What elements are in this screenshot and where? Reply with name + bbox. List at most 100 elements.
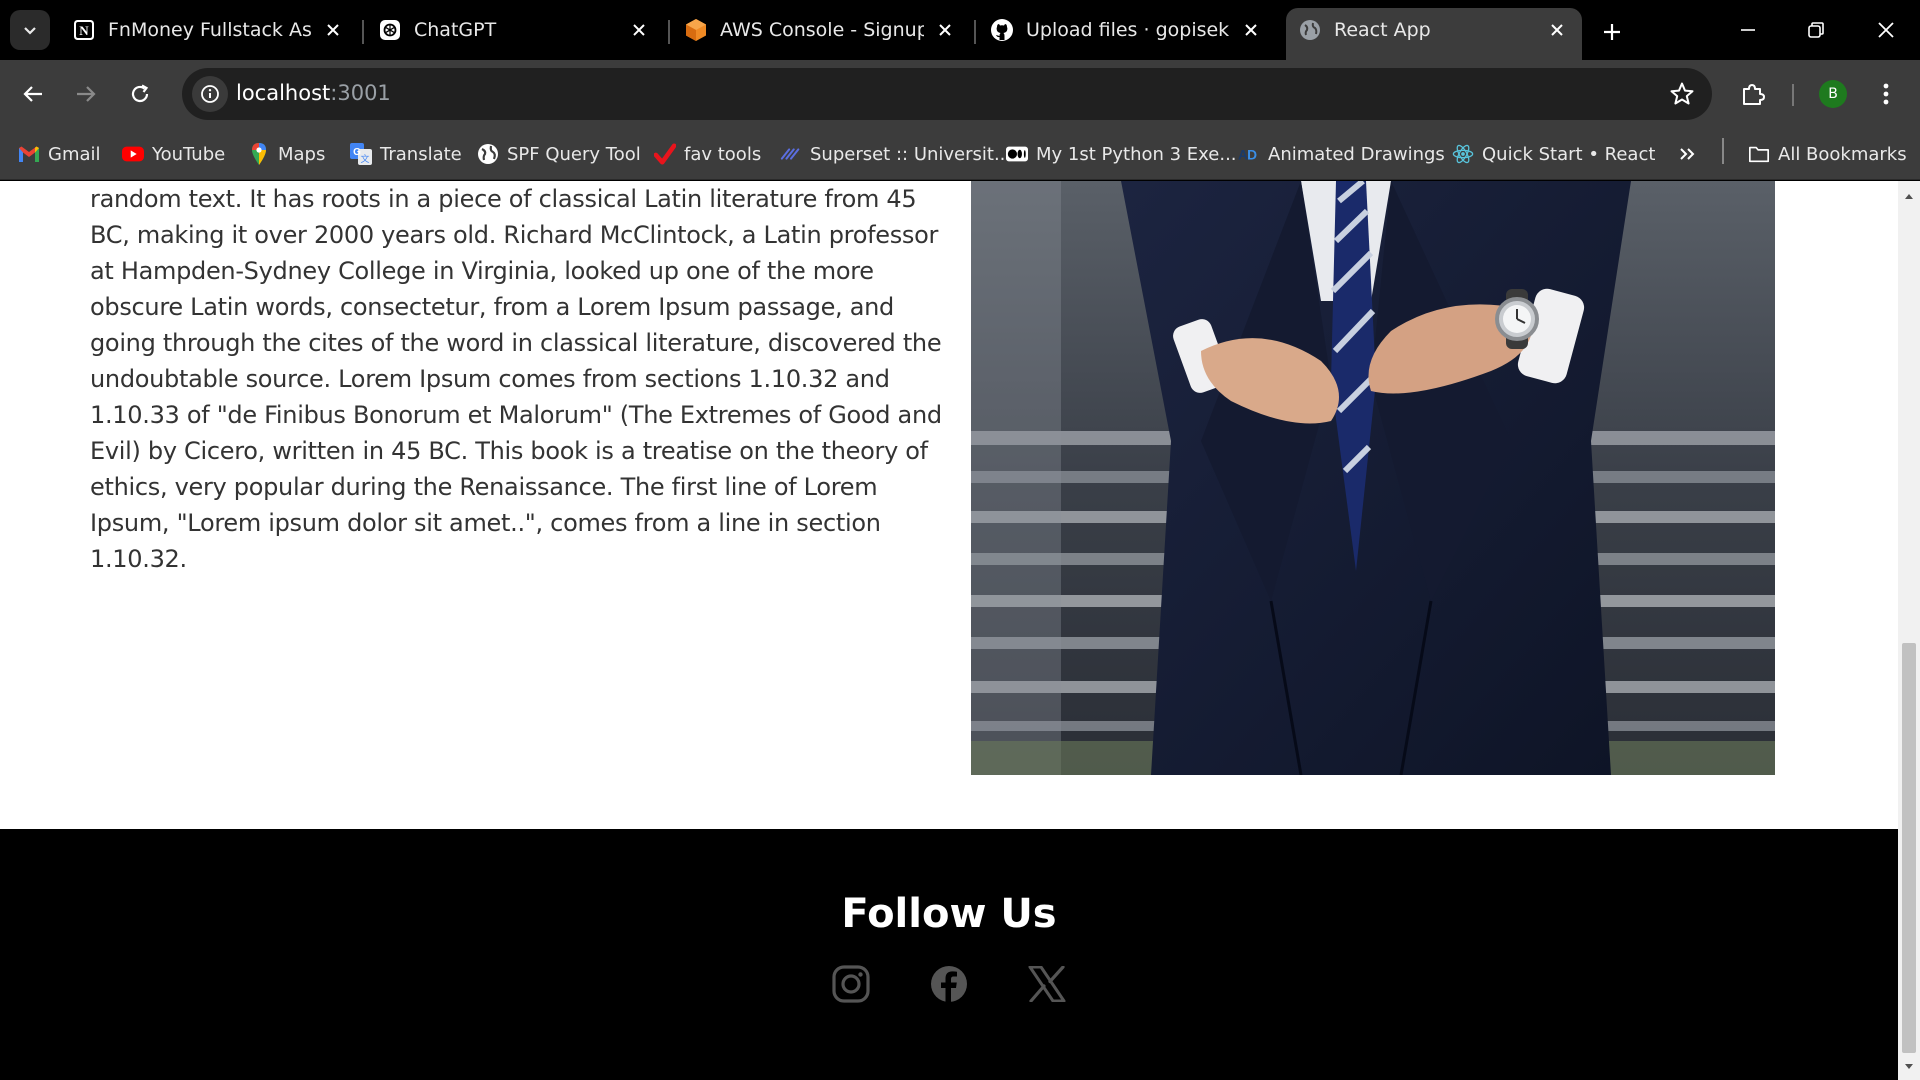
new-tab-button[interactable]: [1592, 12, 1632, 52]
bookmark-gmail[interactable]: Gmail: [18, 138, 101, 170]
bookmark-label: My 1st Python 3 Exe...: [1036, 143, 1237, 165]
tab-react-app[interactable]: React App: [1286, 8, 1582, 60]
translate-icon: G文: [350, 143, 372, 165]
bookmark-label: Translate: [380, 143, 462, 165]
tab-fnmoney[interactable]: N FnMoney Fullstack Assignment: [60, 8, 358, 52]
svg-text:文: 文: [360, 153, 369, 164]
tab-title: ChatGPT: [414, 19, 497, 41]
address-bar[interactable]: localhost:3001: [182, 68, 1712, 120]
ad-icon: AD: [1238, 143, 1260, 165]
reload-icon: [131, 84, 149, 103]
site-info-icon[interactable]: [192, 76, 228, 112]
arrow-right-icon: [77, 86, 96, 102]
close-icon[interactable]: [626, 17, 652, 43]
bookmark-label: Superset :: Universit...: [810, 143, 1012, 165]
aws-icon: [684, 18, 708, 42]
svg-text:D: D: [1247, 148, 1257, 163]
maps-icon: [248, 143, 270, 165]
close-icon[interactable]: [1238, 17, 1264, 43]
all-bookmarks-button[interactable]: All Bookmarks: [1748, 138, 1907, 170]
bookmark-react-quick-start[interactable]: Quick Start • React: [1452, 138, 1655, 170]
bookmark-label: Maps: [278, 143, 326, 165]
bookmark-fav-tools[interactable]: fav tools: [654, 138, 761, 170]
chevron-down-icon: [24, 27, 36, 35]
x-icon[interactable]: [1026, 963, 1068, 1005]
bookmark-label: YouTube: [152, 143, 226, 165]
tab-title: React App: [1334, 19, 1431, 41]
tab-search-button[interactable]: [10, 10, 50, 50]
avatar: B: [1819, 80, 1847, 108]
toolbar-divider: [1792, 84, 1794, 106]
globe-icon: [1298, 18, 1322, 42]
bookmark-label: All Bookmarks: [1778, 143, 1907, 165]
businessman-suit-photo: [971, 181, 1775, 775]
bookmark-spf-query-tool[interactable]: SPF Query Tool: [477, 138, 641, 170]
bookmark-python-exercise[interactable]: My 1st Python 3 Exe...: [1006, 138, 1237, 170]
bookmark-label: Quick Start • React: [1482, 143, 1656, 165]
close-icon[interactable]: [932, 17, 958, 43]
bookmarks-divider: [1722, 138, 1724, 164]
medium-icon: [1006, 143, 1028, 165]
svg-text:N: N: [79, 23, 89, 38]
superset-icon: [780, 143, 802, 165]
tab-title: Upload files · gopisekar0: [1026, 19, 1230, 41]
follow-us-heading: Follow Us: [841, 891, 1057, 937]
url-text[interactable]: localhost:3001: [236, 81, 391, 105]
back-button[interactable]: [13, 74, 53, 114]
bookmarks-bar: Gmail YouTube Maps G文 Translate SPF Quer…: [0, 128, 1920, 180]
bookmark-label: Animated Drawings: [1268, 143, 1445, 165]
chatgpt-icon: [378, 18, 402, 42]
checkmark-icon: [654, 143, 676, 165]
restore-button[interactable]: [1788, 8, 1844, 52]
plus-icon: [1604, 24, 1620, 40]
bookmark-youtube[interactable]: YouTube: [122, 138, 225, 170]
gmail-icon: [18, 143, 40, 165]
close-icon[interactable]: [1544, 17, 1570, 43]
tab-divider: [362, 20, 364, 44]
close-window-button[interactable]: [1858, 8, 1914, 52]
bookmarks-overflow-button[interactable]: [1676, 138, 1706, 170]
tab-title: FnMoney Fullstack Assignment: [108, 19, 312, 41]
bookmark-label: Gmail: [48, 143, 101, 165]
tab-title: AWS Console - Signup: [720, 19, 924, 41]
close-icon[interactable]: [320, 17, 346, 43]
folder-icon: [1748, 143, 1770, 165]
url-host: localhost: [236, 81, 331, 105]
youtube-icon: [122, 143, 144, 165]
footer: Follow Us: [0, 829, 1898, 1080]
scroll-thumb[interactable]: [1902, 643, 1916, 1053]
notion-icon: N: [72, 18, 96, 42]
profile-button[interactable]: B: [1813, 74, 1853, 114]
vertical-scrollbar[interactable]: [1898, 181, 1920, 1080]
instagram-icon[interactable]: [830, 963, 872, 1005]
social-links: [0, 963, 1898, 1005]
scroll-down-arrow-icon[interactable]: [1898, 1058, 1920, 1076]
forward-button[interactable]: [66, 74, 106, 114]
url-port: :3001: [330, 81, 391, 105]
bookmark-translate[interactable]: G文 Translate: [350, 138, 462, 170]
minimize-icon: [1741, 29, 1755, 31]
bookmark-label: fav tools: [684, 143, 762, 165]
restore-icon: [1808, 22, 1824, 38]
more-vertical-icon: [1883, 83, 1889, 105]
bookmark-maps[interactable]: Maps: [248, 138, 325, 170]
bookmark-label: SPF Query Tool: [507, 143, 641, 165]
about-paragraph: random text. It has roots in a piece of …: [90, 185, 942, 573]
scroll-up-arrow-icon[interactable]: [1898, 187, 1920, 205]
tab-chatgpt[interactable]: ChatGPT: [366, 8, 664, 52]
bookmark-superset[interactable]: Superset :: Universit...: [780, 138, 1011, 170]
tab-aws[interactable]: AWS Console - Signup: [672, 8, 970, 52]
browser-menu-button[interactable]: [1866, 74, 1906, 114]
bookmark-star-icon[interactable]: [1668, 80, 1696, 108]
browser-toolbar: localhost:3001 B: [0, 60, 1920, 128]
puzzle-icon: [1743, 84, 1765, 105]
tab-github[interactable]: Upload files · gopisekar0: [978, 8, 1276, 52]
bookmark-animated-drawings[interactable]: AD Animated Drawings: [1238, 138, 1445, 170]
facebook-icon[interactable]: [928, 963, 970, 1005]
tab-divider: [668, 20, 670, 44]
double-chevron-right-icon: [1676, 143, 1698, 165]
minimize-button[interactable]: [1720, 8, 1776, 52]
extensions-button[interactable]: [1733, 74, 1773, 114]
arrow-left-icon: [23, 86, 42, 102]
reload-button[interactable]: [120, 74, 160, 114]
